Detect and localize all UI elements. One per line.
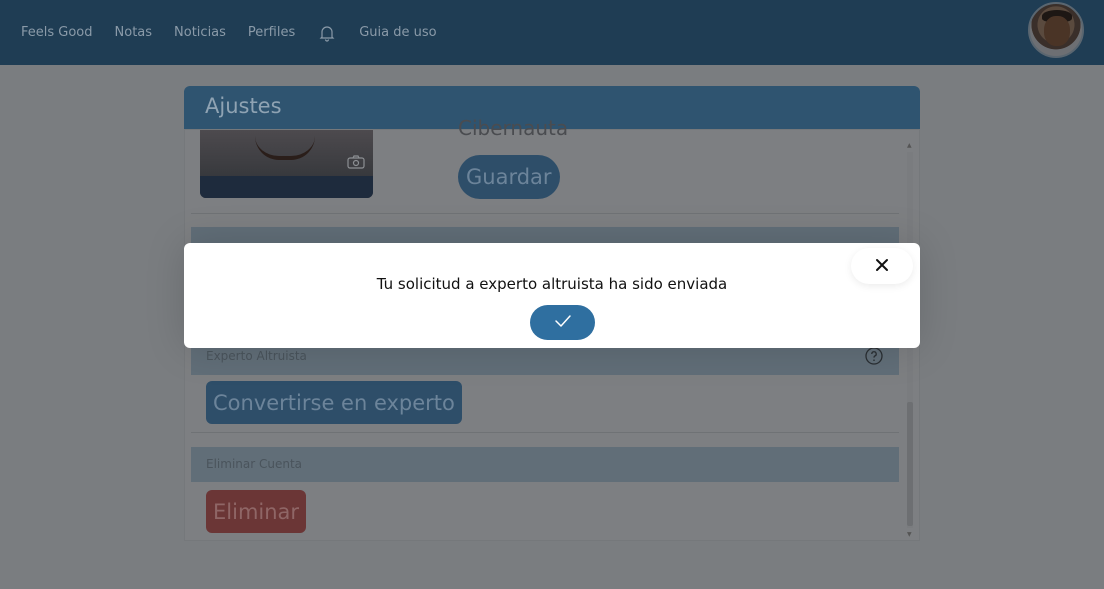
avatar[interactable] [1028, 2, 1084, 58]
settings-title: Ajustes [205, 94, 282, 118]
divider [191, 432, 899, 433]
profile-photo-smile [255, 136, 315, 160]
divider [191, 213, 899, 214]
avatar-face [1044, 16, 1070, 46]
scroll-up-arrow-icon[interactable]: ▲ [907, 142, 912, 149]
check-icon [554, 314, 572, 331]
help-icon[interactable] [865, 347, 883, 365]
section-label-experto-altruista: Experto Altruista [206, 349, 307, 363]
confirmation-modal: Tu solicitud a experto altruista ha sido… [184, 243, 920, 348]
profile-photo [200, 130, 373, 198]
modal-ok-button[interactable] [530, 305, 595, 340]
section-header-eliminar-cuenta: Eliminar Cuenta [191, 447, 899, 482]
nav-item-notas[interactable]: Notas [115, 25, 153, 40]
scroll-down-arrow-icon[interactable]: ▼ [907, 531, 912, 538]
become-expert-button[interactable]: Convertirse en experto [206, 381, 462, 424]
close-icon [875, 258, 889, 275]
camera-icon[interactable] [347, 154, 365, 169]
nav-item-feels-good[interactable]: Feels Good [21, 25, 93, 40]
profile-username: Cibernauta [458, 116, 569, 140]
bell-icon[interactable] [317, 23, 337, 43]
top-navbar: Feels Good Notas Noticias Perfiles Guia … [0, 0, 1104, 65]
profile-photo-collar [200, 176, 373, 198]
delete-account-button[interactable]: Eliminar [206, 490, 307, 533]
nav-item-guide[interactable]: Guia de uso [359, 25, 436, 40]
scroll-thumb[interactable] [907, 402, 913, 526]
nav-item-noticias[interactable]: Noticias [174, 25, 226, 40]
nav-item-perfiles[interactable]: Perfiles [248, 25, 295, 40]
modal-message: Tu solicitud a experto altruista ha sido… [376, 275, 728, 293]
save-button[interactable]: Guardar [458, 155, 560, 199]
